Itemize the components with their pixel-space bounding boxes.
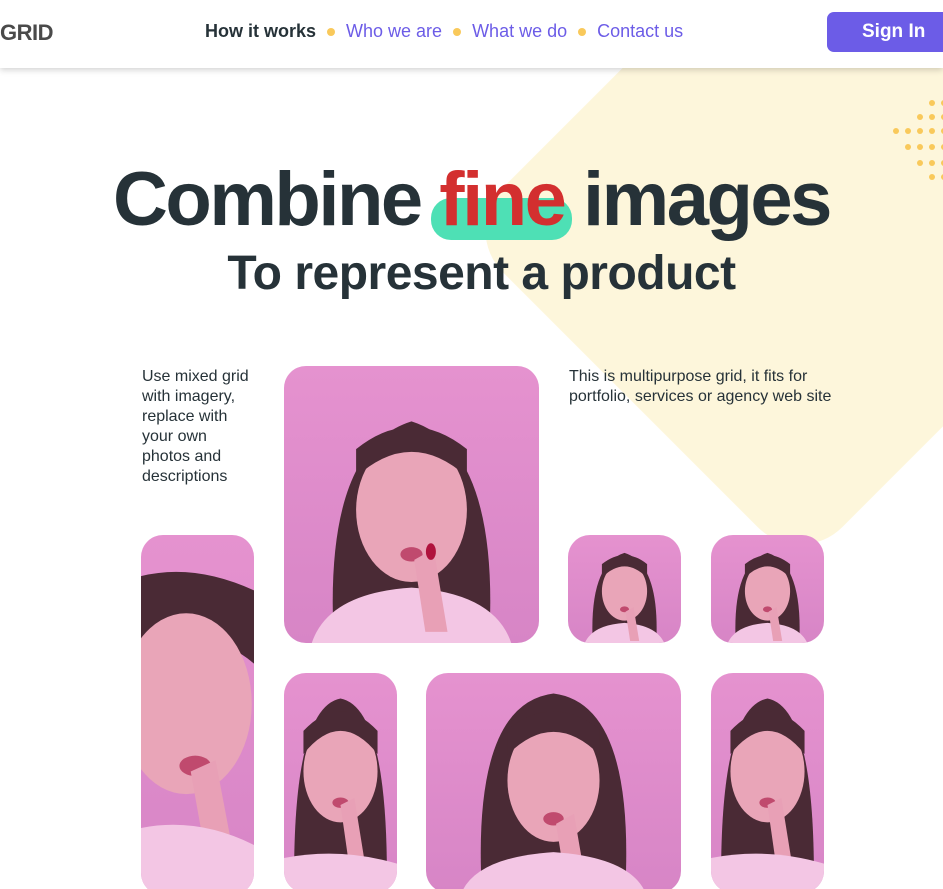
portrait-image [463, 693, 644, 889]
photo-tile-small-1 [568, 535, 681, 643]
portrait-image [141, 571, 254, 889]
nav-separator-dot [578, 27, 587, 36]
nav-link-what-we-do[interactable]: What we do [472, 21, 567, 42]
hero-subtitle: To represent a product [227, 247, 736, 300]
portrait-image [711, 698, 824, 889]
photo-tile-small-2 [711, 535, 824, 643]
sign-in-button[interactable]: Sign In [827, 12, 943, 52]
hero-title: Combine fine images [0, 156, 943, 243]
nav-separator-dot [327, 27, 336, 36]
photo-tile-tall [141, 535, 254, 889]
nav-link-how-it-works[interactable]: How it works [205, 21, 316, 42]
photo-tile-wide [426, 673, 681, 889]
hero-title-start: Combine [113, 157, 423, 242]
portrait-image [284, 698, 397, 889]
hero-title-highlight: fine [431, 156, 573, 243]
site-logo[interactable]: GRID [0, 20, 54, 46]
nav-separator-dot [453, 27, 462, 36]
main-nav: How it works Who we are What we do Conta… [205, 21, 683, 42]
photo-tile-medium-2 [711, 673, 824, 889]
site-header: GRID How it works Who we are What we do … [0, 0, 943, 68]
portrait-image [311, 421, 512, 643]
hero-title-end: images [583, 157, 832, 242]
grid-description-right: This is multipurpose grid, it fits for p… [569, 368, 832, 405]
portrait-image [584, 552, 665, 643]
highlight-word: fine [439, 157, 567, 242]
nav-link-who-we-are[interactable]: Who we are [346, 21, 442, 42]
photo-tile-medium-1 [284, 673, 397, 889]
nav-link-contact-us[interactable]: Contact us [597, 21, 683, 42]
photo-tile-large [284, 366, 539, 643]
portrait-image [727, 552, 808, 643]
grid-description-left: Use mixed grid with imagery, replace wit… [142, 368, 249, 485]
